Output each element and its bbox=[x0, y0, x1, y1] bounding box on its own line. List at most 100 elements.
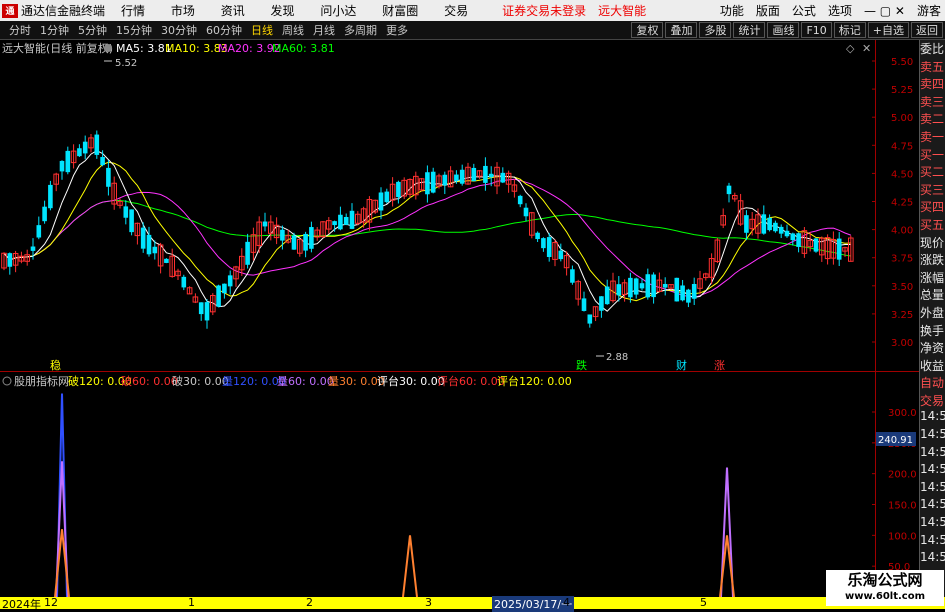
quote-eps: 收益 bbox=[920, 358, 945, 373]
candle-body-down bbox=[227, 275, 233, 287]
quote-buy5: 买五 bbox=[920, 217, 945, 232]
period-60min[interactable]: 60分钟 bbox=[206, 22, 242, 38]
candle-body-down bbox=[645, 274, 651, 298]
period-5min[interactable]: 5分钟 bbox=[78, 22, 107, 38]
period-15min[interactable]: 15分钟 bbox=[116, 22, 152, 38]
candlesticks bbox=[1, 60, 854, 357]
menu-item-banmian[interactable]: 版面 bbox=[756, 2, 780, 19]
period-weekly[interactable]: 周线 bbox=[282, 22, 304, 38]
title-bar: 通 通达信金融终端 行情 市场 资讯 发现 问小达 财富圈 交易 证券交易未登录… bbox=[0, 0, 945, 21]
tool-biaoji-button[interactable]: 标记 bbox=[833, 22, 866, 38]
period-1min[interactable]: 1分钟 bbox=[40, 22, 69, 38]
candle-body-down bbox=[599, 296, 604, 311]
auto-button[interactable]: 自动 bbox=[920, 374, 945, 392]
trade-button[interactable]: 交易 bbox=[920, 392, 945, 410]
marker-die: 跌 bbox=[576, 358, 587, 372]
ind-name: 股朋指标网 bbox=[14, 374, 69, 388]
candle-body-down bbox=[152, 246, 158, 254]
watermark-title: 乐淘公式网 bbox=[847, 571, 923, 589]
candle-body-down bbox=[500, 172, 506, 183]
watermark-url: www.60lt.com bbox=[844, 591, 925, 602]
menu-item-guest[interactable]: 游客 bbox=[917, 2, 941, 19]
date-label-1: 1 bbox=[188, 596, 195, 609]
candle-body-down bbox=[674, 277, 680, 302]
tool-fanhui-button[interactable]: 返回 bbox=[911, 22, 943, 38]
candle-body-down bbox=[604, 286, 610, 305]
tool-zixuan-button[interactable]: +自选 bbox=[867, 22, 909, 38]
quote-sell3: 卖三 bbox=[920, 94, 945, 109]
ind-item-7: 评台30: 0.00 bbox=[377, 374, 445, 388]
candle-body-down bbox=[77, 148, 82, 157]
candle-body-down bbox=[222, 283, 227, 294]
menu-item-zixun[interactable]: 资讯 bbox=[221, 4, 245, 18]
price-tick-label: 4.75 bbox=[891, 141, 913, 152]
candle-body-down bbox=[123, 206, 129, 218]
menu-item-caifuquan[interactable]: 财富圈 bbox=[382, 4, 418, 18]
price-tick-label: 3.50 bbox=[891, 282, 913, 293]
candle-body-down bbox=[633, 278, 639, 295]
period-bar: 分时 1分钟 5分钟 15分钟 30分钟 60分钟 日线 周线 月线 多周期 更… bbox=[0, 21, 945, 40]
candle-body-down bbox=[686, 289, 691, 303]
date-label-5: 5 bbox=[700, 596, 707, 609]
menu-item-wenxiaoda[interactable]: 问小达 bbox=[320, 4, 356, 18]
tool-tongji-button[interactable]: 统计 bbox=[733, 22, 766, 38]
tool-huaxian-button[interactable]: 画线 bbox=[767, 22, 800, 38]
candle-body-down bbox=[106, 167, 111, 187]
tool-duogu-button[interactable]: 多股 bbox=[699, 22, 732, 38]
quote-pct: 涨幅 bbox=[920, 270, 945, 285]
tick-time-8: 14:56 bbox=[920, 532, 945, 547]
quote-sell1: 卖一 bbox=[920, 129, 945, 144]
candle-body-down bbox=[662, 283, 668, 288]
candle-body-down bbox=[216, 285, 221, 307]
window-controls[interactable]: — ▢ ✕ bbox=[864, 4, 905, 18]
period-multi[interactable]: 多周期 bbox=[344, 22, 377, 38]
right-menu: 功能 版面 公式 选项 — ▢ ✕ 游客 bbox=[708, 0, 941, 21]
login-warning[interactable]: 证券交易未登录 bbox=[502, 2, 586, 19]
date-label-3: 3 bbox=[425, 596, 432, 609]
watermark: 乐淘公式网 www.60lt.com bbox=[826, 570, 944, 606]
candle-body-down bbox=[396, 181, 401, 198]
period-30min[interactable]: 30分钟 bbox=[161, 22, 197, 38]
menu-item-jiaoyi[interactable]: 交易 bbox=[444, 4, 468, 18]
settings-circle-icon[interactable] bbox=[104, 44, 112, 52]
candle-body-down bbox=[651, 274, 656, 298]
price-tick-label: 4.00 bbox=[891, 226, 913, 237]
ind-settings-icon[interactable] bbox=[2, 376, 12, 386]
menu-item-gongneng[interactable]: 功能 bbox=[720, 2, 744, 19]
marker-zhang: 涨 bbox=[714, 359, 725, 372]
tool-fuquan-button[interactable]: 复权 bbox=[631, 22, 664, 38]
period-daily[interactable]: 日线 bbox=[251, 22, 273, 38]
quote-buy4: 买四 bbox=[920, 200, 945, 215]
period-monthly[interactable]: 月线 bbox=[313, 22, 335, 38]
diamond-icon[interactable]: ◇ bbox=[846, 42, 855, 55]
chart-area[interactable]: 5.50 5.25 5.00 4.75 4.50 4.25 4.00 3.75 3.50 3.25… bbox=[0, 40, 945, 609]
period-fenshi[interactable]: 分时 bbox=[9, 22, 31, 38]
candle-body-down bbox=[483, 165, 488, 183]
candle-body-down bbox=[639, 283, 645, 289]
candle-body-down bbox=[836, 238, 842, 260]
candle-body-down bbox=[778, 226, 784, 234]
tool-diejia-button[interactable]: 叠加 bbox=[665, 22, 698, 38]
candle-body-down bbox=[628, 277, 633, 298]
ind-item-2: 破60: 0.00 bbox=[121, 374, 178, 388]
stock-title: 远大智能(日线 前复权) bbox=[2, 41, 113, 55]
candle-body-down bbox=[384, 191, 390, 203]
quote-change: 涨跌 bbox=[920, 253, 945, 268]
candle-body-down bbox=[280, 229, 285, 241]
tool-f10-button[interactable]: F10 bbox=[801, 22, 832, 38]
menu-item-shichang[interactable]: 市场 bbox=[171, 4, 195, 18]
candle-body-down bbox=[691, 283, 697, 299]
close-icon[interactable]: ✕ bbox=[862, 42, 871, 55]
quote-price: 现价 bbox=[920, 235, 945, 250]
menu-item-gongshi[interactable]: 公式 bbox=[792, 2, 816, 19]
period-more[interactable]: 更多 bbox=[386, 22, 408, 38]
ma60-label: MA60: 3.81 bbox=[272, 42, 335, 55]
menu-item-hangqing[interactable]: 行情 bbox=[121, 4, 145, 18]
tick-time-7: 14:56 bbox=[920, 515, 945, 530]
menu-item-xuanxiang[interactable]: 选项 bbox=[828, 2, 852, 19]
main-menu: 行情 市场 资讯 发现 问小达 财富圈 交易 bbox=[121, 2, 490, 19]
menu-item-faxian[interactable]: 发现 bbox=[271, 4, 295, 18]
candle-body-down bbox=[181, 276, 187, 288]
indicator-spikes bbox=[54, 393, 735, 598]
stock-name-label: 远大智能 bbox=[598, 4, 647, 18]
